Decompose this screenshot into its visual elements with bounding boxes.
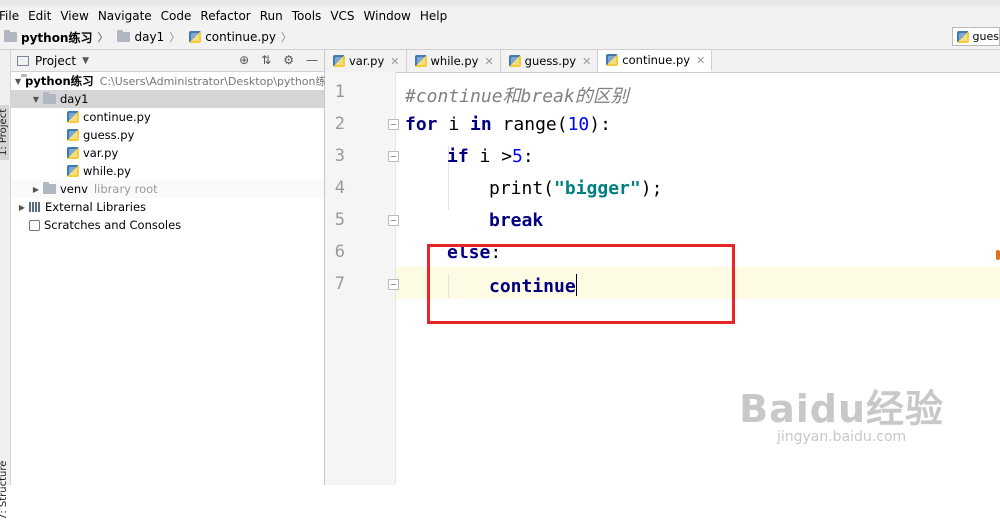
watermark-brand: Baidu经验 <box>739 387 944 431</box>
python-file-icon <box>189 31 202 43</box>
locate-icon[interactable]: ⊕ <box>239 53 249 67</box>
close-icon[interactable]: ✕ <box>390 55 399 68</box>
chevron-down-icon[interactable]: ▼ <box>15 77 21 86</box>
collapse-all-icon[interactable]: ⇅ <box>261 53 271 67</box>
chevron-down-icon[interactable]: ▼ <box>82 56 89 66</box>
tree-item-continue-py[interactable]: continue.py <box>11 108 324 126</box>
breadcrumb-project[interactable]: python练习 〉 <box>4 29 113 46</box>
error-stripe-marker[interactable] <box>996 250 1000 260</box>
annotation-highlight-box <box>427 244 735 324</box>
menu-edit[interactable]: Edit <box>24 9 56 23</box>
menu-help[interactable]: Help <box>416 9 452 23</box>
structure-tool-window-button[interactable]: 7: Structure <box>0 461 9 520</box>
project-tree: ▼ python练习 C:\Users\Administrator\Deskto… <box>11 72 327 234</box>
chevron-right-icon: 〉 <box>169 31 181 44</box>
breadcrumb-file[interactable]: continue.py 〉 <box>189 29 297 45</box>
project-view-select[interactable]: Project <box>35 54 76 68</box>
menu-run[interactable]: Run <box>256 9 288 23</box>
chevron-right-icon[interactable]: ▶ <box>15 203 29 212</box>
line-number: 1 <box>334 82 345 102</box>
python-file-icon <box>957 30 969 43</box>
library-icon <box>29 202 41 212</box>
python-file-icon <box>606 54 619 66</box>
tab-continue-py[interactable]: continue.py ✕ <box>598 50 713 72</box>
python-file-icon <box>67 165 79 177</box>
gear-icon[interactable]: ⚙ <box>283 53 294 67</box>
tab-while-py[interactable]: while.py ✕ <box>407 50 501 72</box>
breadcrumb: python练习 〉 day1 〉 continue.py 〉 <box>0 25 1000 50</box>
chevron-right-icon: 〉 <box>97 31 109 44</box>
code-line-4[interactable]: print("bigger"); <box>489 178 662 199</box>
project-panel: Project ▼ ⊕ ⇅ ⚙ — ▼ python练习 C:\Users\Ad… <box>11 50 327 485</box>
run-configuration-select[interactable]: gues <box>952 27 1000 46</box>
python-file-icon <box>333 55 345 67</box>
tool-window-strip: 1: Project 7: Structure <box>0 50 11 520</box>
folder-icon <box>43 182 56 194</box>
code-line-5[interactable]: break <box>489 210 543 231</box>
tree-item-venv[interactable]: ▶ venv library root <box>11 180 324 198</box>
tab-guess-py[interactable]: guess.py ✕ <box>501 50 599 72</box>
folder-icon <box>43 92 56 104</box>
tree-item-scratches[interactable]: Scratches and Consoles <box>11 216 324 234</box>
tree-item-guess-py[interactable]: guess.py <box>11 126 324 144</box>
tree-item-while-py[interactable]: while.py <box>11 162 324 180</box>
menu-bar: File Edit View Navigate Code Refactor Ru… <box>0 6 1000 25</box>
python-file-icon <box>508 55 521 67</box>
breadcrumb-folder[interactable]: day1 〉 <box>117 29 185 45</box>
line-number: 7 <box>334 274 345 294</box>
watermark: Baidu经验 jingyan.baidu.com <box>739 378 944 445</box>
project-tool-window-button[interactable]: 1: Project <box>0 104 9 160</box>
tree-item-project-root[interactable]: ▼ python练习 C:\Users\Administrator\Deskto… <box>11 72 327 90</box>
folder-icon <box>117 30 131 42</box>
python-file-icon <box>67 111 79 123</box>
line-number: 2 <box>334 114 345 134</box>
menu-view[interactable]: View <box>56 9 93 23</box>
menu-refactor[interactable]: Refactor <box>196 9 255 23</box>
project-panel-header: Project ▼ ⊕ ⇅ ⚙ — <box>11 50 324 72</box>
python-file-icon <box>67 147 79 159</box>
editor-tabs: var.py ✕ while.py ✕ guess.py ✕ continue.… <box>325 50 1000 73</box>
fold-toggle-icon[interactable] <box>388 151 399 162</box>
fold-toggle-icon[interactable] <box>388 279 399 290</box>
line-number: 5 <box>334 210 345 230</box>
menu-window[interactable]: Window <box>360 9 416 23</box>
close-icon[interactable]: ✕ <box>696 54 705 67</box>
menu-file[interactable]: File <box>0 9 24 23</box>
code-line-1[interactable]: #continue和break的区别 <box>405 82 629 108</box>
python-file-icon <box>414 55 427 67</box>
code-line-2[interactable]: for i in range(10): <box>405 114 611 135</box>
fold-toggle-icon[interactable] <box>388 215 399 226</box>
menu-tools[interactable]: Tools <box>288 9 327 23</box>
tree-item-day1[interactable]: ▼ day1 <box>11 90 324 108</box>
tab-var-py[interactable]: var.py ✕ <box>325 50 407 72</box>
chevron-right-icon: 〉 <box>280 31 292 44</box>
tree-item-external-libraries[interactable]: ▶ External Libraries <box>11 198 324 216</box>
project-icon <box>17 55 29 66</box>
chevron-right-icon[interactable]: ▶ <box>29 185 43 194</box>
close-icon[interactable]: ✕ <box>484 55 493 68</box>
line-number: 6 <box>334 242 345 262</box>
scratches-icon <box>29 219 40 231</box>
line-number: 3 <box>334 146 345 166</box>
tree-item-var-py[interactable]: var.py <box>11 144 324 162</box>
minimize-icon[interactable]: — <box>306 53 318 67</box>
menu-navigate[interactable]: Navigate <box>94 9 157 23</box>
folder-icon <box>4 30 17 42</box>
line-number: 4 <box>334 178 345 198</box>
menu-vcs[interactable]: VCS <box>326 9 359 23</box>
close-icon[interactable]: ✕ <box>582 55 591 68</box>
python-file-icon <box>67 129 79 141</box>
chevron-down-icon[interactable]: ▼ <box>29 95 43 104</box>
menu-code[interactable]: Code <box>157 9 197 23</box>
fold-toggle-icon[interactable] <box>388 119 399 130</box>
code-line-3[interactable]: if i >5: <box>447 146 534 167</box>
editor-gutter: 1 2 3 4 5 6 7 <box>325 72 396 485</box>
